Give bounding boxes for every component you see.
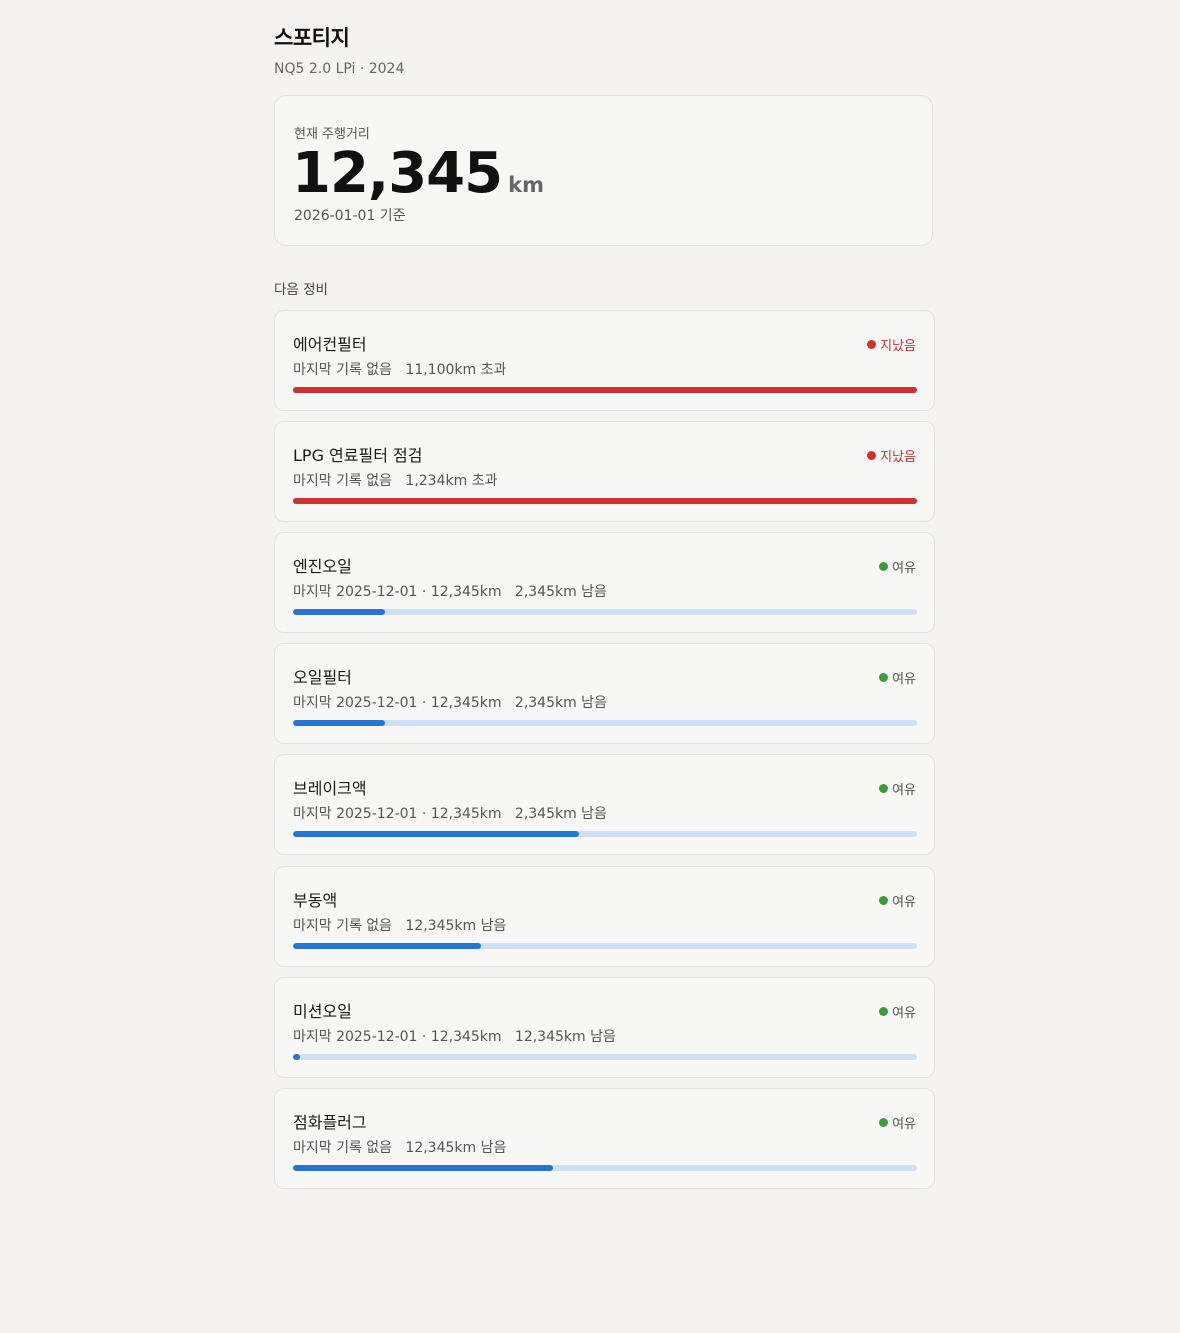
progress-fill (293, 943, 482, 949)
last-service-record: 마지막 기록 없음 (293, 473, 393, 489)
status-badge: 지났음 (867, 446, 916, 465)
maintenance-item-title: 브레이크액 (293, 779, 367, 798)
status-dot-icon (867, 451, 877, 460)
status-text: 지났음 (880, 450, 916, 465)
progress-fill (293, 1165, 554, 1171)
last-service-record: 마지막 2025-12-01 · 12,345km (293, 806, 502, 822)
status-badge: 지났음 (867, 335, 916, 354)
progress-fill (293, 387, 917, 393)
progress-fill (293, 720, 385, 726)
maintenance-item[interactable]: 에어컨필터 지났음마지막 기록 없음 11,100km 초과 (274, 310, 935, 411)
maintenance-item[interactable]: LPG 연료필터 점검 지났음마지막 기록 없음 1,234km 초과 (274, 421, 935, 522)
maintenance-item-title: LPG 연료필터 점검 (293, 446, 423, 465)
last-service-record: 마지막 2025-12-01 · 12,345km (293, 695, 502, 711)
maintenance-item-detail: 마지막 2025-12-01 · 12,345km 12,345km 남음 (293, 1026, 616, 1046)
status-text: 여유 (892, 1117, 916, 1132)
remaining-distance: 2,345km 남음 (514, 584, 607, 600)
progress-track (293, 609, 917, 615)
remaining-distance: 12,345km 남음 (405, 918, 507, 934)
odometer-value-row: 12,345 km (292, 142, 544, 206)
status-text: 여유 (892, 1006, 916, 1021)
maintenance-item-detail: 마지막 2025-12-01 · 12,345km 2,345km 남음 (293, 692, 607, 712)
progress-fill (293, 831, 580, 837)
progress-track (293, 1054, 917, 1060)
progress-track (293, 387, 917, 393)
progress-track (293, 943, 917, 949)
maintenance-item-detail: 마지막 기록 없음 1,234km 초과 (293, 470, 497, 490)
status-badge: 여유 (879, 1113, 916, 1132)
maintenance-item-title: 에어컨필터 (293, 335, 367, 354)
odometer-value: 12,345 (292, 141, 503, 206)
maintenance-item-detail: 마지막 기록 없음 12,345km 남음 (293, 915, 506, 935)
remaining-distance: 2,345km 남음 (514, 806, 607, 822)
odometer-card[interactable]: 현재 주행거리 12,345 km 2026-01-01 기준 (274, 95, 933, 246)
last-service-record: 마지막 기록 없음 (293, 1140, 393, 1156)
odometer-as-of-date: 2026-01-01 기준 (294, 208, 406, 224)
maintenance-item[interactable]: 부동액 여유마지막 기록 없음 12,345km 남음 (274, 866, 935, 967)
status-dot-icon (867, 340, 877, 349)
remaining-distance: 12,345km 남음 (514, 1029, 616, 1045)
progress-fill (293, 609, 385, 615)
remaining-distance: 1,234km 초과 (405, 473, 498, 489)
status-badge: 여유 (879, 668, 916, 687)
maintenance-item[interactable]: 미션오일 여유마지막 2025-12-01 · 12,345km 12,345km… (274, 977, 935, 1078)
maintenance-item-title: 오일필터 (293, 668, 352, 687)
progress-fill (293, 1054, 300, 1060)
status-badge: 여유 (879, 557, 916, 576)
status-text: 지났음 (880, 339, 916, 354)
maintenance-item[interactable]: 오일필터 여유마지막 2025-12-01 · 12,345km 2,345km … (274, 643, 935, 744)
last-service-record: 마지막 기록 없음 (293, 918, 393, 934)
progress-track (293, 831, 917, 837)
remaining-distance: 11,100km 초과 (405, 362, 507, 378)
last-service-record: 마지막 2025-12-01 · 12,345km (293, 584, 502, 600)
maintenance-item-title: 엔진오일 (293, 557, 352, 576)
maintenance-item-detail: 마지막 기록 없음 11,100km 초과 (293, 359, 506, 379)
maintenance-item-title: 점화플러그 (293, 1113, 367, 1132)
status-text: 여유 (892, 783, 916, 798)
status-text: 여유 (892, 895, 916, 910)
status-text: 여유 (892, 672, 916, 687)
section-title-next-maintenance: 다음 정비 (274, 282, 328, 298)
status-badge: 여유 (879, 891, 916, 910)
odometer-unit: km (508, 173, 544, 197)
maintenance-item[interactable]: 점화플러그 여유마지막 기록 없음 12,345km 남음 (274, 1088, 935, 1189)
status-dot-icon (879, 562, 889, 571)
remaining-distance: 12,345km 남음 (405, 1140, 507, 1156)
progress-track (293, 498, 917, 504)
status-dot-icon (879, 784, 889, 793)
maintenance-item-title: 미션오일 (293, 1002, 352, 1021)
status-dot-icon (879, 673, 889, 682)
remaining-distance: 2,345km 남음 (514, 695, 607, 711)
status-badge: 여유 (879, 779, 916, 798)
maintenance-item[interactable]: 브레이크액 여유마지막 2025-12-01 · 12,345km 2,345km… (274, 754, 935, 855)
last-service-record: 마지막 2025-12-01 · 12,345km (293, 1029, 502, 1045)
progress-track (293, 720, 917, 726)
status-badge: 여유 (879, 1002, 916, 1021)
progress-track (293, 1165, 917, 1171)
last-service-record: 마지막 기록 없음 (293, 362, 393, 378)
maintenance-item-title: 부동액 (293, 891, 338, 910)
progress-fill (293, 498, 917, 504)
car-model-year: NQ5 2.0 LPi · 2024 (274, 61, 405, 77)
maintenance-item-detail: 마지막 2025-12-01 · 12,345km 2,345km 남음 (293, 803, 607, 823)
status-dot-icon (879, 1118, 889, 1127)
status-dot-icon (879, 896, 889, 905)
status-text: 여유 (892, 561, 916, 576)
odometer-label: 현재 주행거리 (294, 127, 370, 142)
maintenance-item-detail: 마지막 2025-12-01 · 12,345km 2,345km 남음 (293, 581, 607, 601)
status-dot-icon (879, 1007, 889, 1016)
car-name: 스포티지 (274, 26, 350, 50)
maintenance-item-detail: 마지막 기록 없음 12,345km 남음 (293, 1137, 506, 1157)
maintenance-item[interactable]: 엔진오일 여유마지막 2025-12-01 · 12,345km 2,345km … (274, 532, 935, 633)
